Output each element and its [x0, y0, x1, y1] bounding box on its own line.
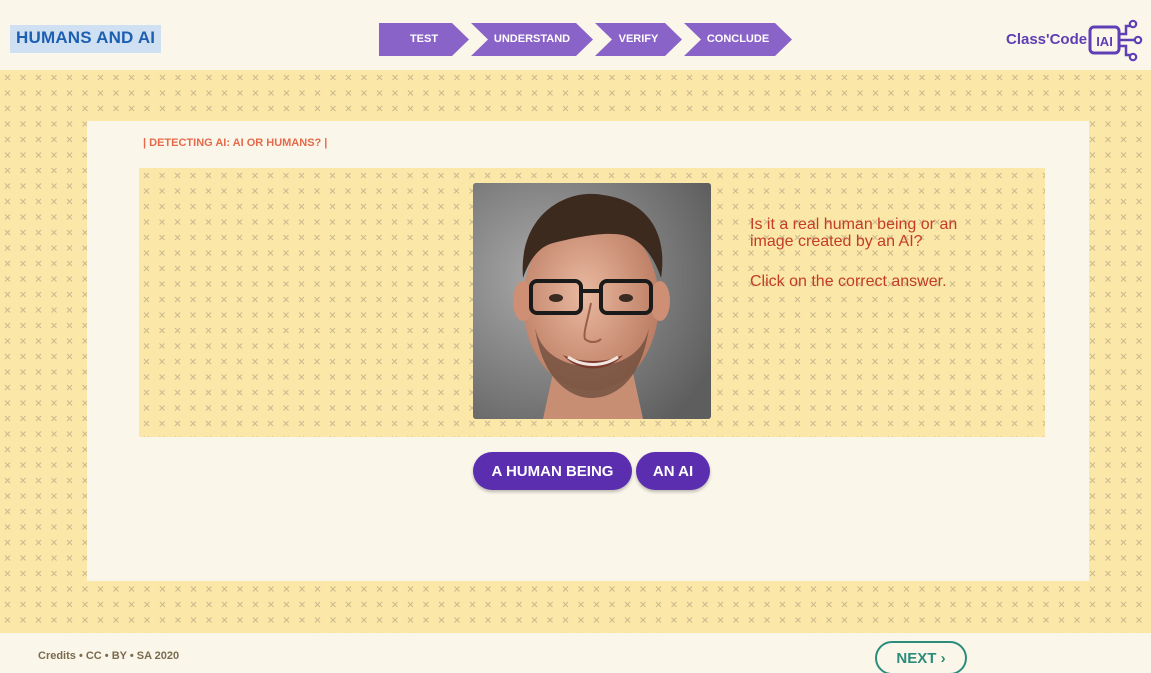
- patterned-band: | DETECTING AI: AI OR HUMANS? | Is it a …: [0, 70, 1151, 633]
- question-text: Is it a real human being or an image cre…: [750, 216, 958, 250]
- brand-logo-text: IAI: [1096, 34, 1113, 49]
- human-answer-button[interactable]: A HUMAN BEING: [473, 452, 632, 490]
- brand-logo: Class'Code IAI: [1002, 18, 1147, 64]
- step-verify[interactable]: VERIFY: [595, 23, 682, 56]
- section-title: | DETECTING AI: AI OR HUMANS? |: [143, 137, 328, 149]
- ai-answer-button[interactable]: AN AI: [636, 452, 710, 490]
- activity-panel: | DETECTING AI: AI OR HUMANS? | Is it a …: [87, 121, 1089, 581]
- top-bar: HUMANS AND AI TEST UNDERSTAND VERIFY CON…: [0, 0, 1151, 70]
- credits-link[interactable]: Credits • CC • BY • SA 2020: [38, 650, 179, 662]
- step-understand[interactable]: UNDERSTAND: [471, 23, 593, 56]
- next-button[interactable]: NEXT ›: [875, 641, 967, 673]
- circuit-logo-icon: IAI: [1088, 19, 1143, 62]
- face-photo: [473, 183, 711, 419]
- step-conclude[interactable]: CONCLUDE: [684, 23, 792, 56]
- question-area: Is it a real human being or an image cre…: [139, 168, 1045, 437]
- brand-name: Class'Code: [1006, 31, 1088, 48]
- step-test[interactable]: TEST: [379, 23, 469, 56]
- app-title: HUMANS AND AI: [10, 25, 162, 53]
- instruction-text: Click on the correct answer.: [750, 273, 947, 290]
